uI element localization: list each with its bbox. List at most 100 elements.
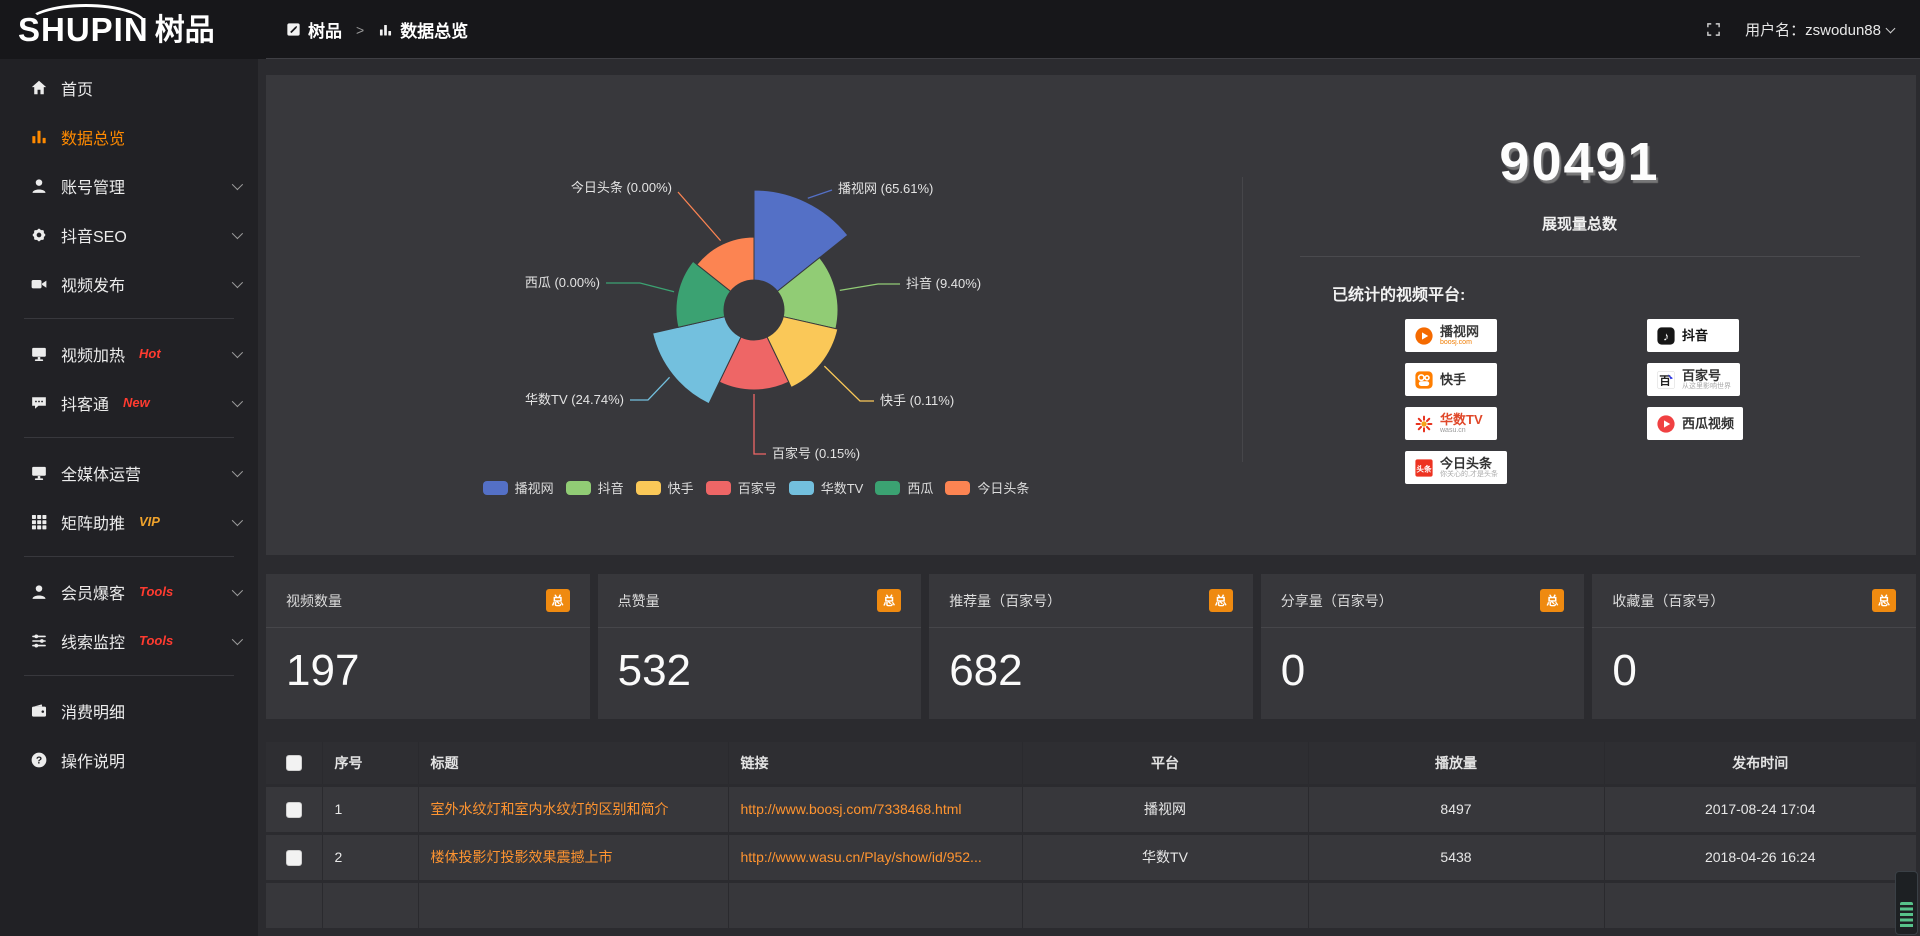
- cell-title-link[interactable]: 室外水纹灯和室内水纹灯的区别和简介: [431, 801, 669, 817]
- sidebar-item-label: 操作说明: [61, 748, 125, 772]
- table-header-0: 序号: [322, 742, 418, 785]
- total-badge[interactable]: 总: [546, 589, 570, 612]
- pie-label-line: [678, 192, 721, 241]
- sidebar-item-9[interactable]: 会员爆客Tools: [0, 567, 258, 616]
- breadcrumb-root[interactable]: 树品: [286, 17, 342, 42]
- sidebar-item-8[interactable]: 矩阵助推VIP: [0, 497, 258, 546]
- sidebar-item-2[interactable]: 账号管理: [0, 161, 258, 210]
- platform-name: 今日头条: [1440, 457, 1498, 471]
- sidebar-item-tag: Tools: [139, 633, 173, 648]
- fullscreen-icon[interactable]: [1706, 22, 1721, 37]
- svg-text:?: ?: [36, 755, 42, 766]
- platform-subtext: wasu.cn: [1440, 427, 1483, 434]
- legend-swatch: [875, 481, 900, 495]
- sidebar-item-5[interactable]: 视频加热Hot: [0, 329, 258, 378]
- chart-bars-icon: [30, 128, 48, 146]
- sidebar-item-3[interactable]: 抖音SEO: [0, 210, 258, 259]
- legend-item-百家号[interactable]: 百家号: [706, 478, 777, 497]
- user-menu[interactable]: 用户名：zswodun88: [1745, 19, 1894, 40]
- sidebar-item-12[interactable]: ? 操作说明: [0, 735, 258, 784]
- table-row-0: 1室外水纹灯和室内水纹灯的区别和简介http://www.boosj.com/7…: [266, 785, 1916, 833]
- total-badge[interactable]: 总: [1872, 589, 1896, 612]
- sidebar-divider: [24, 437, 234, 438]
- sidebar-item-10[interactable]: 线索监控Tools: [0, 616, 258, 665]
- cell-url-link[interactable]: http://www.boosj.com/7338468.html: [741, 801, 962, 817]
- chevron-down-icon: [232, 514, 243, 525]
- total-badge[interactable]: 总: [1540, 589, 1564, 612]
- wasu-icon: [1414, 414, 1434, 434]
- chevron-down-icon: [232, 346, 243, 357]
- home-icon: [30, 79, 48, 97]
- total-badge[interactable]: 总: [877, 589, 901, 612]
- cell-title-link[interactable]: 楼体投影灯投影效果震撼上市: [431, 849, 613, 865]
- stat-card-0: 视频数量总197: [266, 574, 590, 719]
- sidebar-item-label: 全媒体运营: [61, 461, 141, 485]
- legend-swatch: [483, 481, 508, 495]
- sidebar-item-tag: Hot: [139, 346, 161, 361]
- douyin-icon: ♪: [1656, 326, 1676, 346]
- top-bar: SHUPIN 树品 树品 > 数据总览 用户名：zswodun88: [0, 0, 1920, 59]
- platform-name: 播视网: [1440, 325, 1479, 339]
- legend-item-今日头条[interactable]: 今日头条: [945, 478, 1029, 497]
- cell-url-link[interactable]: http://www.wasu.cn/Play/show/id/952...: [741, 849, 982, 865]
- legend-item-西瓜[interactable]: 西瓜: [875, 478, 933, 497]
- row-checkbox[interactable]: [286, 850, 302, 866]
- legend-label: 今日头条: [977, 478, 1029, 497]
- sidebar-item-label: 消费明细: [61, 699, 125, 723]
- cell-platform: 华数TV: [1142, 849, 1188, 865]
- row-checkbox[interactable]: [286, 802, 302, 818]
- sidebar-item-0[interactable]: 首页: [0, 63, 258, 112]
- platform-name: 抖音: [1682, 329, 1708, 343]
- chevron-down-icon: [232, 276, 243, 287]
- summary-divider: [1300, 256, 1860, 257]
- pie-label-播视网: 播视网 (65.61%): [838, 181, 933, 196]
- pie-label-百家号: 百家号 (0.15%): [772, 446, 860, 461]
- legend-label: 快手: [668, 478, 694, 497]
- legend-item-播视网[interactable]: 播视网: [483, 478, 554, 497]
- pie-label-今日头条: 今日头条 (0.00%): [571, 180, 672, 195]
- total-badge[interactable]: 总: [1209, 589, 1233, 612]
- pie-label-抖音: 抖音 (9.40%): [906, 276, 981, 291]
- report-icon: [286, 22, 301, 37]
- sidebar-divider: [24, 675, 234, 676]
- platform-badge-百家号: 百百家号从这里影响世界: [1647, 363, 1740, 396]
- select-all-checkbox[interactable]: [286, 755, 302, 771]
- chevron-down-icon: [232, 395, 243, 406]
- sidebar-item-7[interactable]: 全媒体运营: [0, 448, 258, 497]
- stat-card-label: 收藏量（百家号）: [1612, 591, 1724, 611]
- stat-card-value: 0: [1261, 628, 1585, 696]
- floating-widget[interactable]: [1895, 871, 1918, 935]
- pie-slice-华数TV[interactable]: [653, 317, 741, 404]
- summary-panel: 90491 展现量总数 已统计的视频平台: 播视网boosj.com♪抖音快手百…: [1243, 75, 1916, 555]
- legend-item-快手[interactable]: 快手: [636, 478, 694, 497]
- member-icon: [30, 583, 48, 601]
- platforms-title: 已统计的视频平台:: [1332, 281, 1916, 305]
- app-logo: SHUPIN 树品: [0, 13, 258, 46]
- sidebar-item-label: 数据总览: [61, 125, 125, 149]
- sidebar-item-6[interactable]: 抖客通New: [0, 378, 258, 427]
- pie-label-快手: 快手 (0.11%): [880, 393, 954, 408]
- legend-item-华数TV[interactable]: 华数TV: [789, 478, 864, 497]
- platform-badge-今日头条: 头条今日头条你关心的,才是头条: [1405, 451, 1507, 484]
- stat-card-label: 推荐量（百家号）: [949, 591, 1061, 611]
- xigua-icon: [1656, 414, 1676, 434]
- sidebar-item-11[interactable]: 消费明细: [0, 686, 258, 735]
- sidebar-item-1[interactable]: 数据总览: [0, 112, 258, 161]
- table-header-2: 链接: [728, 742, 1022, 785]
- breadcrumb-current[interactable]: 数据总览: [378, 17, 468, 42]
- pie-label-line: [630, 377, 670, 400]
- sidebar-item-label: 视频发布: [61, 272, 125, 296]
- stat-card-1: 点赞量总532: [598, 574, 922, 719]
- chevron-down-icon: [1886, 24, 1896, 34]
- chevron-down-icon: [232, 633, 243, 644]
- legend-swatch: [706, 481, 731, 495]
- sidebar-item-4[interactable]: 视频发布: [0, 259, 258, 308]
- legend-item-抖音[interactable]: 抖音: [566, 478, 624, 497]
- platform-name: 快手: [1440, 373, 1466, 387]
- heat-monitor-icon: [30, 345, 48, 363]
- legend-swatch: [945, 481, 970, 495]
- sidebar: 首页数据总览账号管理抖音SEO 视频发布视频加热Hot抖客通New 全媒体运营矩阵助…: [0, 59, 258, 936]
- logo-text-cn: 树品: [155, 16, 215, 46]
- platform-subtext: 从这里影响世界: [1682, 383, 1731, 390]
- legend-label: 播视网: [515, 478, 554, 497]
